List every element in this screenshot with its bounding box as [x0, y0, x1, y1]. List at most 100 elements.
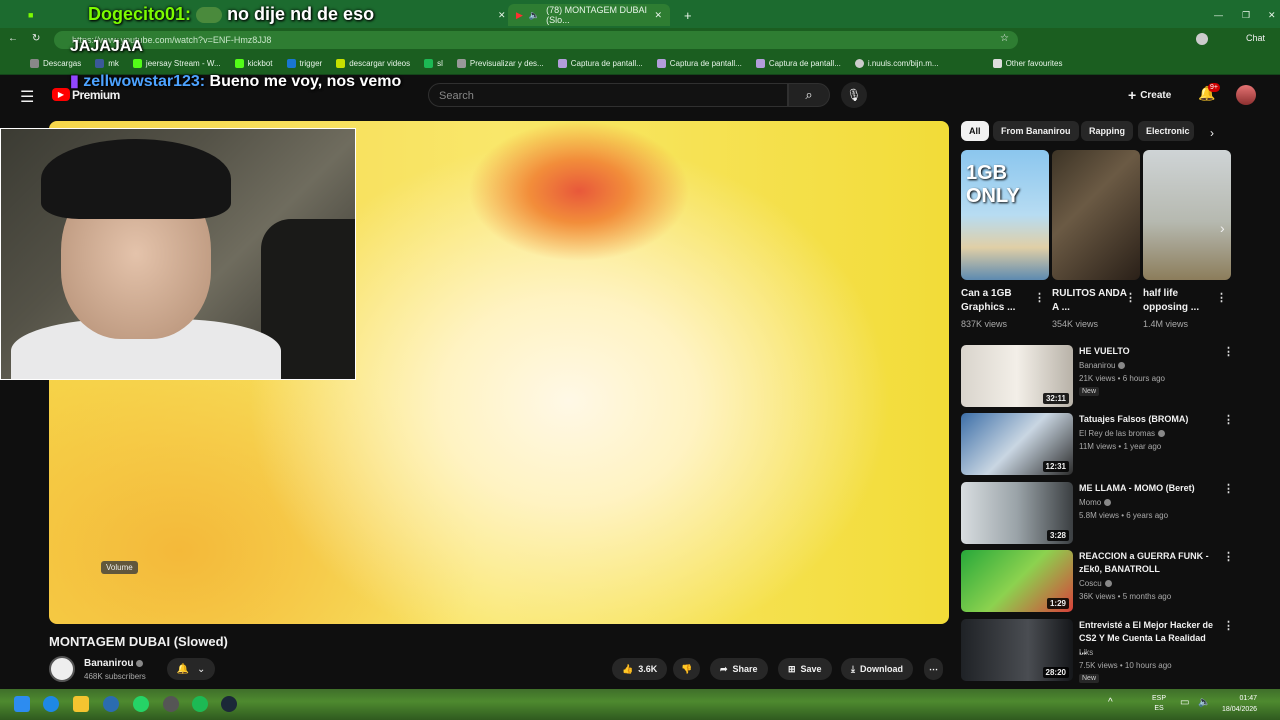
- video-thumbnail[interactable]: 32:11: [961, 345, 1073, 407]
- chip-all[interactable]: All: [961, 121, 989, 141]
- more-icon[interactable]: ⋮: [1223, 482, 1234, 495]
- close-window-icon[interactable]: ✕: [1260, 4, 1280, 26]
- save-button[interactable]: ⊞ Save: [778, 658, 832, 680]
- more-icon[interactable]: ⋮: [1216, 291, 1227, 304]
- volume-icon[interactable]: 🔈: [1198, 697, 1210, 708]
- obs-icon[interactable]: [163, 696, 179, 712]
- maximize-icon[interactable]: ❐: [1234, 4, 1258, 26]
- verified-icon: [1104, 580, 1112, 588]
- list-item[interactable]: 1:29 REACCION a GUERRA FUNK - zEk0, BANA…: [961, 550, 1234, 614]
- short-title[interactable]: RULITOS ANDA A ...: [1052, 287, 1128, 315]
- bookmark-item[interactable]: sl: [424, 58, 443, 68]
- channel-name[interactable]: Bananirou: [84, 658, 144, 669]
- video-thumbnail[interactable]: 1:29: [961, 550, 1073, 612]
- chevron-right-icon[interactable]: ›: [1220, 220, 1225, 236]
- chip-from-channel[interactable]: From Bananirou: [993, 121, 1079, 141]
- video-title[interactable]: Entrevisté a El Mejor Hacker de CS2 Y Me…: [1079, 619, 1215, 658]
- dislike-button[interactable]: 👎: [673, 658, 701, 680]
- chevron-right-icon[interactable]: ›: [1210, 126, 1214, 140]
- other-favourites[interactable]: Other favourites: [992, 58, 1062, 68]
- chevron-up-icon[interactable]: ^: [1108, 697, 1113, 708]
- voice-search-icon[interactable]: 🎙: [841, 82, 867, 108]
- thumbs-down-icon: 👎: [681, 663, 693, 674]
- bookmark-item[interactable]: Captura de pantall...: [755, 58, 841, 68]
- download-button[interactable]: ⤓ Download: [841, 658, 913, 680]
- like-button[interactable]: 👍 3.6K: [612, 658, 668, 680]
- subscribe-bell-button[interactable]: 🔔 ⌄: [167, 658, 215, 680]
- profile-icon[interactable]: [1196, 33, 1208, 45]
- more-icon[interactable]: ⋮: [1223, 413, 1234, 426]
- whatsapp-icon[interactable]: [133, 696, 149, 712]
- minimize-icon[interactable]: —: [1206, 4, 1231, 26]
- list-item[interactable]: 3:28 ME LLAMA - MOMO (Beret) Momo 5.8M v…: [961, 482, 1234, 546]
- browser-icon[interactable]: [103, 696, 119, 712]
- file-explorer-icon[interactable]: [73, 696, 89, 712]
- edge-icon[interactable]: [43, 696, 59, 712]
- steam-icon[interactable]: [221, 696, 237, 712]
- subscriber-count: 468K subscribers: [84, 672, 146, 681]
- short-title[interactable]: half life opposing ...: [1143, 287, 1219, 315]
- bookmark-item[interactable]: trigger: [286, 58, 322, 68]
- short-thumbnail[interactable]: [1052, 150, 1140, 280]
- bookmark-item[interactable]: Captura de pantall...: [557, 58, 643, 68]
- bookmark-item[interactable]: Previsualizar y des...: [456, 58, 544, 68]
- tab-active[interactable]: ▶ 🔈 (78) MONTAGEM DUBAI (Slo... ✕: [508, 4, 670, 26]
- spotify-icon[interactable]: [192, 696, 208, 712]
- more-icon[interactable]: ⋮: [1034, 291, 1045, 304]
- more-icon[interactable]: ⋮: [1223, 619, 1234, 632]
- more-actions-button[interactable]: ⋯: [924, 658, 943, 680]
- notification-badge: 9+: [1208, 83, 1220, 92]
- chip-rapping[interactable]: Rapping: [1081, 121, 1133, 141]
- more-icon[interactable]: ⋮: [1223, 345, 1234, 358]
- bookmark-item[interactable]: mk: [95, 58, 119, 68]
- bookmark-item[interactable]: Descargas: [30, 58, 81, 68]
- video-title[interactable]: Tatuajes Falsos (BROMA): [1079, 413, 1215, 426]
- list-item[interactable]: 32:11 HE VUELTO Bananirou 21K views • 6 …: [961, 345, 1234, 409]
- reload-icon[interactable]: ↻: [32, 33, 40, 44]
- bookmark-star-icon[interactable]: ☆: [1000, 33, 1009, 44]
- bookmark-item[interactable]: Captura de pantall...: [656, 58, 742, 68]
- audio-icon[interactable]: 🔈: [529, 10, 540, 21]
- start-icon[interactable]: [14, 696, 30, 712]
- youtube-logo-icon[interactable]: ▶: [52, 88, 70, 101]
- network-icon[interactable]: ▭: [1180, 697, 1189, 708]
- system-clock[interactable]: 01:47 18/04/2026: [1222, 693, 1257, 715]
- chip-electronic[interactable]: Electronic: [1138, 121, 1194, 141]
- menu-icon[interactable]: ☰: [20, 87, 34, 107]
- new-tab-icon[interactable]: +: [676, 4, 700, 26]
- chat-text: no dije nd de eso: [227, 4, 375, 24]
- video-thumbnail[interactable]: 28:20: [961, 619, 1073, 681]
- create-button[interactable]: + Create: [1128, 85, 1171, 105]
- bookmark-item[interactable]: kickbot: [234, 58, 273, 68]
- list-item[interactable]: 12:31 Tatuajes Falsos (BROMA) El Rey de …: [961, 413, 1234, 477]
- back-icon[interactable]: ←: [8, 33, 18, 44]
- channel-name: Coscu: [1079, 579, 1112, 588]
- video-title[interactable]: HE VUELTO: [1079, 345, 1215, 358]
- tab-inactive[interactable]: ■: [20, 4, 41, 26]
- video-title[interactable]: ME LLAMA - MOMO (Beret): [1079, 482, 1215, 495]
- video-title[interactable]: REACCION a GUERRA FUNK - zEk0, BANATROLL: [1079, 550, 1215, 576]
- chat-button[interactable]: Chat: [1246, 33, 1265, 43]
- more-icon[interactable]: ⋮: [1125, 291, 1136, 304]
- more-icon[interactable]: ⋮: [1223, 550, 1234, 563]
- bookmark-item[interactable]: descargar videos: [336, 58, 410, 68]
- address-bar[interactable]: https://www.youtube.com/watch?v=ENF-Hmz8…: [54, 31, 1018, 49]
- chat-username: Dogecito01:: [88, 4, 192, 24]
- bookmark-item[interactable]: jeersay Stream - W...: [132, 58, 221, 68]
- short-title[interactable]: Can a 1GB Graphics ...: [961, 287, 1037, 315]
- short-thumbnail[interactable]: [1143, 150, 1231, 280]
- bookmark-item[interactable]: i.nuuls.com/bijn.m...: [854, 58, 939, 68]
- video-thumbnail[interactable]: 12:31: [961, 413, 1073, 475]
- chevron-down-icon: ⌄: [197, 663, 206, 675]
- verified-icon: [1104, 499, 1112, 507]
- share-button[interactable]: ➦ Share: [710, 658, 768, 680]
- language-indicator[interactable]: ESP ES: [1152, 694, 1166, 714]
- close-tab-icon[interactable]: ✕: [654, 10, 662, 21]
- video-thumbnail[interactable]: 3:28: [961, 482, 1073, 544]
- avatar[interactable]: [1236, 85, 1256, 105]
- short-thumbnail[interactable]: 1GB ONLY: [961, 150, 1049, 280]
- list-item[interactable]: 28:20 Entrevisté a El Mejor Hacker de CS…: [961, 619, 1234, 683]
- search-button[interactable]: ⌕: [788, 83, 830, 107]
- video-meta: 36K views • 5 months ago: [1079, 592, 1172, 601]
- channel-avatar[interactable]: [49, 656, 75, 682]
